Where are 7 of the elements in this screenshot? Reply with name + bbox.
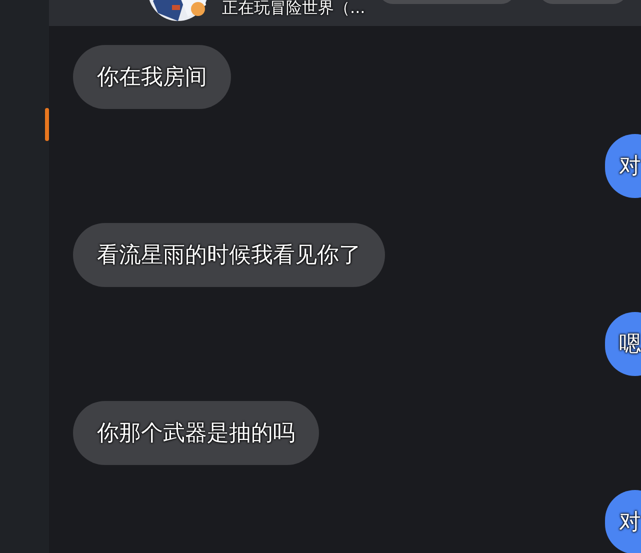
sent-message: 对 [605, 490, 641, 553]
status-text: 正在玩冒险世界（... [222, 0, 366, 18]
sent-message: 嗯 [605, 312, 641, 376]
received-message: 你在我房间 [73, 45, 231, 109]
sent-message: 对 [605, 134, 641, 198]
received-message: 看流星雨的时候我看见你了 [73, 223, 385, 287]
received-message: 你那个武器是抽的吗 [73, 401, 319, 465]
